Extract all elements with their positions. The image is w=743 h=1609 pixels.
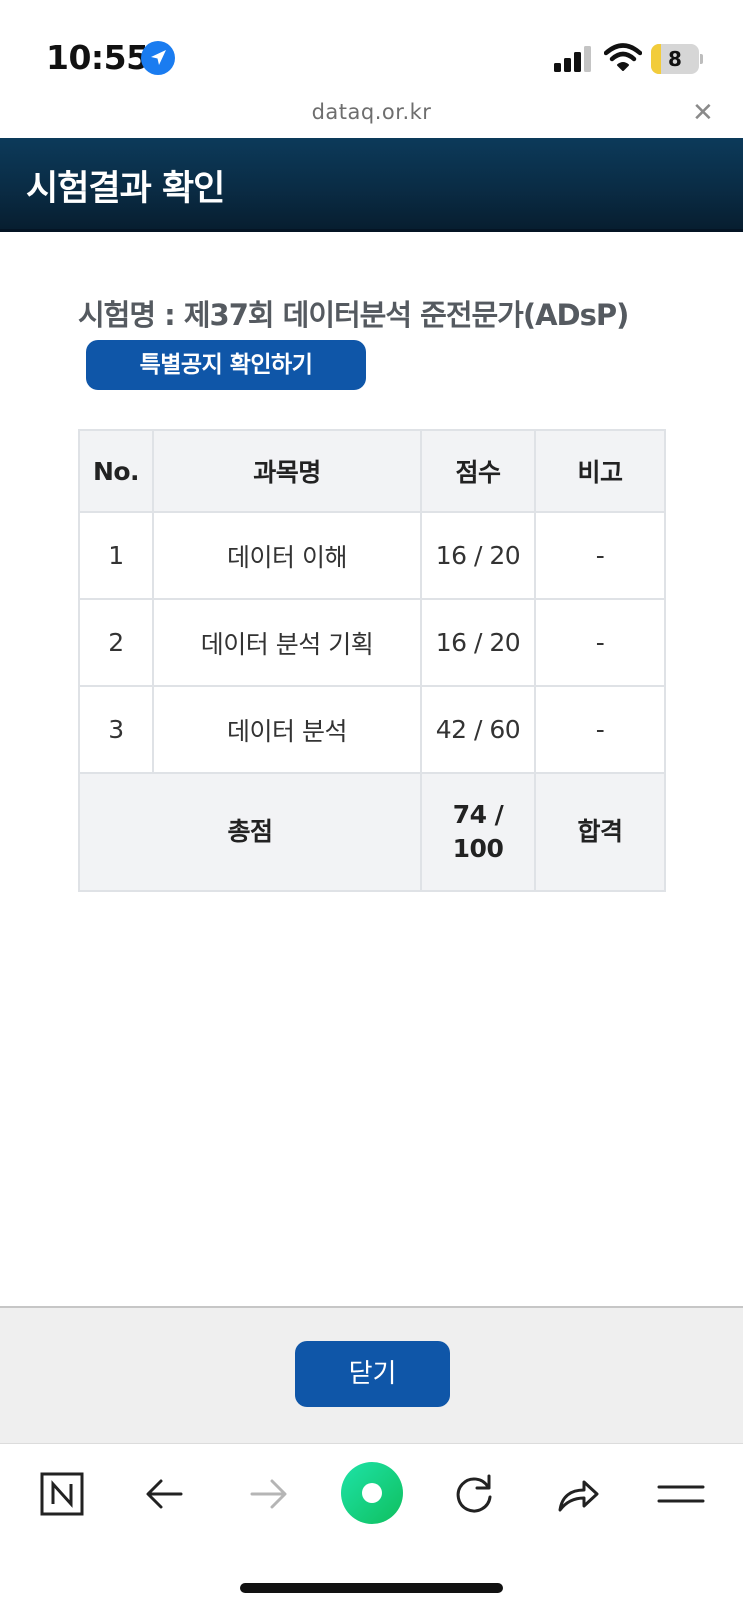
row-subject: 데이터 이해 xyxy=(152,511,422,600)
url-bar: dataq.or.kr ✕ xyxy=(0,96,743,136)
home-indicator[interactable] xyxy=(240,1583,503,1593)
page: 10:55 8 dataq.or.kr ✕ 시험결과 확인 시험명: 제37회… xyxy=(0,0,743,1609)
header-score: 점수 xyxy=(420,429,536,513)
row-note: - xyxy=(534,511,666,600)
total-score-line2: 100 xyxy=(452,834,504,863)
score-table: No. 과목명 점수 비고 1 데이터 이해 16 / 20 - 2 데이터 분… xyxy=(78,429,666,892)
header-subject: 과목명 xyxy=(152,429,422,513)
green-dot-icon[interactable] xyxy=(337,1458,407,1528)
header-no: No. xyxy=(78,429,154,513)
row-no: 3 xyxy=(78,685,154,774)
total-row: 총점 74 / 100 합격 xyxy=(78,772,666,892)
table-row: 1 데이터 이해 16 / 20 - xyxy=(78,511,666,600)
table-row: 2 데이터 분석 기획 16 / 20 - xyxy=(78,598,666,687)
page-title: 시험결과 확인 xyxy=(26,169,225,209)
location-arrow-icon xyxy=(141,41,175,75)
app-header: 시험결과 확인 xyxy=(0,138,743,232)
total-score: 74 / 100 xyxy=(420,772,536,892)
share-icon[interactable] xyxy=(547,1464,607,1524)
row-subject: 데이터 분석 xyxy=(152,685,422,774)
forward-arrow-icon[interactable] xyxy=(238,1464,298,1524)
row-note: - xyxy=(534,598,666,687)
row-note: - xyxy=(534,685,666,774)
browser-toolbar xyxy=(0,1443,743,1609)
row-no: 2 xyxy=(78,598,154,687)
naver-n-icon[interactable] xyxy=(32,1464,92,1524)
row-score: 42 / 60 xyxy=(420,685,536,774)
close-button[interactable]: 닫기 xyxy=(295,1341,450,1407)
exam-name: 시험명 : 제37회 데이터분석 준전문가(ADsP) xyxy=(78,298,629,332)
table-header-row: No. 과목명 점수 비고 xyxy=(78,429,666,513)
row-score: 16 / 20 xyxy=(420,598,536,687)
wifi-icon xyxy=(604,43,642,71)
clock: 10:55 xyxy=(46,38,149,77)
total-score-line1: 74 / xyxy=(452,800,504,829)
total-label: 총점 xyxy=(78,772,422,892)
status-bar: 10:55 8 xyxy=(0,0,743,92)
table-row: 3 데이터 분석 42 / 60 - xyxy=(78,685,666,774)
header-note: 비고 xyxy=(534,429,666,513)
pass-result: 합격 xyxy=(534,772,666,892)
row-no: 1 xyxy=(78,511,154,600)
menu-icon[interactable] xyxy=(651,1464,711,1524)
close-icon[interactable]: ✕ xyxy=(692,98,714,128)
special-notice-button[interactable]: 특별공지 확인하기 xyxy=(86,340,366,390)
row-score: 16 / 20 xyxy=(420,511,536,600)
row-subject: 데이터 분석 기획 xyxy=(152,598,422,687)
back-arrow-icon[interactable] xyxy=(135,1464,195,1524)
url-text[interactable]: dataq.or.kr xyxy=(0,100,743,124)
battery-level: 8 xyxy=(668,47,682,71)
cellular-signal-icon xyxy=(554,46,591,72)
battery-indicator: 8 xyxy=(651,44,703,74)
reload-icon[interactable] xyxy=(444,1464,504,1524)
bottom-area: 닫기 xyxy=(0,1306,743,1443)
